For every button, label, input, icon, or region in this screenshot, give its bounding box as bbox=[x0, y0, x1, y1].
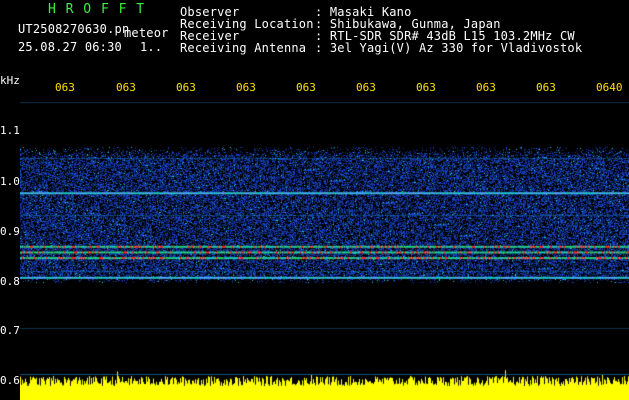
mode-label: meteor bbox=[124, 26, 169, 40]
x-tick-label: 063 bbox=[536, 81, 556, 94]
x-tick-label: 063 bbox=[55, 81, 75, 94]
x-tick-label: 0640 bbox=[596, 81, 623, 94]
hrofft-window: H R O F F T UT2508270630.pn meteor 25.08… bbox=[0, 0, 629, 400]
y-tick-label: 1.1 bbox=[0, 124, 20, 137]
y-axis-unit: kHz bbox=[0, 74, 20, 87]
x-tick-label: 063 bbox=[176, 81, 196, 94]
y-tick-label: 0.6 bbox=[0, 374, 20, 387]
y-tick-label: 0.9 bbox=[0, 225, 20, 238]
y-tick-label: 1.0 bbox=[0, 175, 20, 188]
app-title: H R O F F T bbox=[48, 2, 146, 17]
antenna-value: : 3el Yagi(V) Az 330 for Vladivostok bbox=[315, 41, 583, 55]
x-tick-label: 063 bbox=[236, 81, 256, 94]
x-tick-label: 063 bbox=[296, 81, 316, 94]
spectrogram-canvas bbox=[20, 98, 629, 400]
x-tick-label: 063 bbox=[416, 81, 436, 94]
antenna-label: Receiving Antenna bbox=[180, 41, 307, 55]
timestamp-label: 25.08.27 06:30 bbox=[18, 40, 122, 54]
x-tick-label: 063 bbox=[356, 81, 376, 94]
x-tick-label: 063 bbox=[476, 81, 496, 94]
y-tick-label: 0.8 bbox=[0, 275, 20, 288]
y-tick-label: 0.7 bbox=[0, 324, 20, 337]
index-label: 1.. bbox=[140, 40, 163, 54]
x-tick-label: 063 bbox=[116, 81, 136, 94]
file-name-label: UT2508270630.pn bbox=[18, 22, 130, 36]
